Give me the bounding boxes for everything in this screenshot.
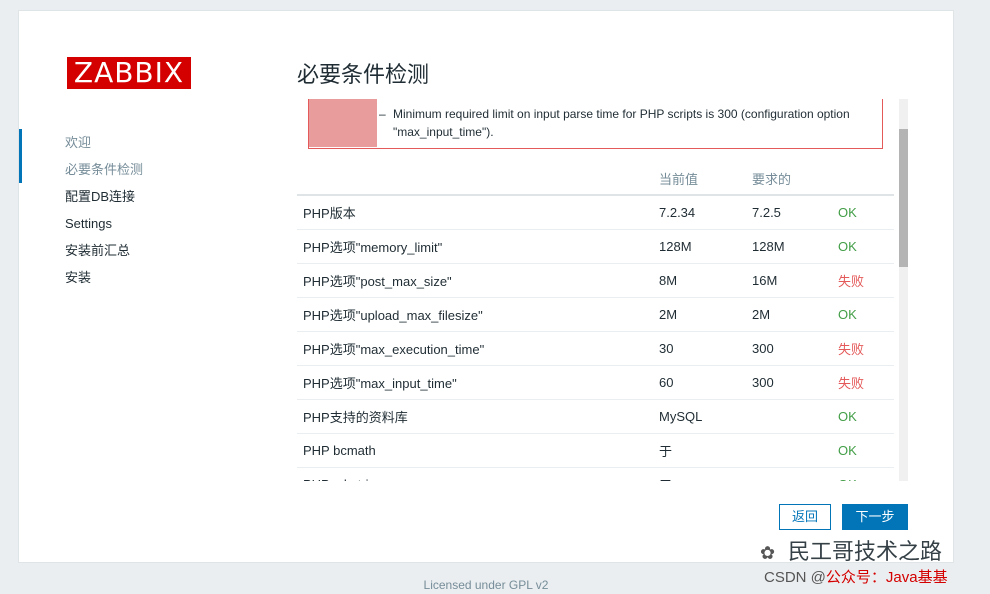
table-row: PHP选项"memory_limit" 128M 128M OK — [297, 229, 894, 264]
cell-required: 300 — [746, 365, 832, 400]
error-message-box: – Minimum required limit on input parse … — [308, 99, 883, 149]
cell-name: PHP版本 — [297, 195, 653, 230]
cell-name: PHP mbstring — [297, 467, 653, 481]
cell-name: PHP选项"max_input_time" — [297, 365, 653, 400]
list-dash: – — [379, 107, 386, 121]
cell-status: OK — [832, 467, 894, 481]
col-current-header: 当前值 — [653, 163, 746, 196]
col-name-header — [297, 163, 653, 196]
cell-status: OK — [832, 195, 894, 230]
table-row: PHP bcmath 于 OK — [297, 433, 894, 468]
cell-name: PHP选项"post_max_size" — [297, 263, 653, 298]
cell-required: 300 — [746, 331, 832, 366]
cell-name: PHP选项"memory_limit" — [297, 229, 653, 264]
cell-current: MySQL — [653, 399, 746, 434]
setup-card: ZABBIX 欢迎 必要条件检测 配置DB连接 Settings 安装前汇总 安… — [18, 10, 954, 563]
table-row: PHP选项"post_max_size" 8M 16M 失败 — [297, 263, 894, 298]
cell-current: 于 — [653, 467, 746, 481]
watermark-line1: 民工哥技术之路 — [788, 539, 943, 564]
step-db-connection: 配置DB连接 — [65, 189, 136, 204]
cell-name: PHP选项"max_execution_time" — [297, 331, 653, 366]
cell-current: 8M — [653, 263, 746, 298]
next-step-button[interactable]: 下一步 — [842, 504, 908, 530]
cell-current: 128M — [653, 229, 746, 264]
cell-required: 7.2.5 — [746, 195, 832, 230]
cell-name: PHP选项"upload_max_filesize" — [297, 297, 653, 332]
step-settings: Settings — [65, 216, 112, 231]
cell-status: 失败 — [832, 331, 894, 366]
error-message: – Minimum required limit on input parse … — [379, 105, 873, 141]
vertical-scrollbar[interactable] — [899, 99, 908, 481]
cell-current: 7.2.34 — [653, 195, 746, 230]
wechat-icon: ✿ — [760, 543, 776, 563]
cell-status: 失败 — [832, 263, 894, 298]
zabbix-logo: ZABBIX — [67, 57, 191, 89]
license-footer: Licensed under GPL v2 — [423, 578, 549, 592]
cell-current: 于 — [653, 433, 746, 468]
setup-steps: 欢迎 必要条件检测 配置DB连接 Settings 安装前汇总 安装 — [19, 129, 219, 291]
error-strip — [309, 99, 377, 147]
cell-current: 2M — [653, 297, 746, 332]
cell-status: OK — [832, 297, 894, 332]
cell-required — [746, 467, 832, 481]
table-row: PHP选项"max_execution_time" 30 300 失败 — [297, 331, 894, 366]
step-summary: 安装前汇总 — [65, 243, 131, 258]
cell-current: 30 — [653, 331, 746, 366]
table-row: PHP选项"upload_max_filesize" 2M 2M OK — [297, 297, 894, 332]
page-title: 必要条件检测 — [297, 62, 430, 87]
back-button[interactable]: 返回 — [779, 504, 831, 530]
cell-status: 失败 — [832, 365, 894, 400]
cell-required — [746, 399, 832, 434]
table-row: PHP选项"max_input_time" 60 300 失败 — [297, 365, 894, 400]
cell-status: OK — [832, 229, 894, 264]
cell-current: 60 — [653, 365, 746, 400]
prerequisites-scroll-area[interactable]: – Minimum required limit on input parse … — [297, 99, 909, 481]
cell-required: 2M — [746, 297, 832, 332]
col-required-header: 要求的 — [746, 163, 832, 196]
step-install: 安装 — [65, 270, 92, 285]
cell-required: 128M — [746, 229, 832, 264]
cell-required: 16M — [746, 263, 832, 298]
cell-name: PHP bcmath — [297, 433, 653, 468]
cell-status: OK — [832, 433, 894, 468]
step-welcome: 欢迎 — [19, 129, 219, 156]
col-status-header — [832, 163, 894, 196]
table-row: PHP支持的资料库 MySQL OK — [297, 399, 894, 434]
table-header: 当前值 要求的 — [297, 163, 894, 196]
cell-status: OK — [832, 399, 894, 434]
watermark-title: ✿ 民工哥技术之路 — [760, 534, 942, 566]
table-row: PHP mbstring于 OK — [297, 467, 894, 481]
step-prerequisites: 必要条件检测 — [19, 156, 219, 183]
cell-name: PHP支持的资料库 — [297, 399, 653, 434]
cell-required — [746, 433, 832, 468]
table-row: PHP版本 7.2.34 7.2.5 OK — [297, 195, 894, 230]
scrollbar-thumb[interactable] — [899, 129, 908, 267]
error-message-text: Minimum required limit on input parse ti… — [393, 107, 850, 139]
prerequisites-table: 当前值 要求的 PHP版本 7.2.34 7.2.5 OK PHP选项"memory_l… — [297, 163, 894, 481]
